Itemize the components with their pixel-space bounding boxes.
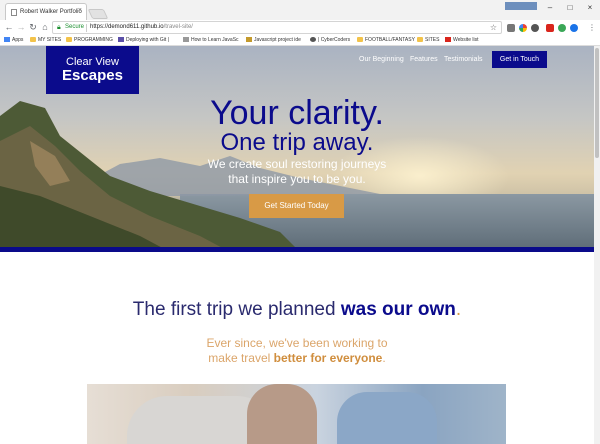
page-favicon-icon [11,9,17,16]
hero-headline: Your clarity. [210,94,384,132]
nav-link-features[interactable]: Features [410,56,438,63]
extension-icon[interactable] [531,24,539,32]
new-tab-button[interactable] [87,9,109,19]
couple-photo [87,384,506,444]
extension-icon[interactable] [546,24,554,32]
hero-tagline-line-1: We create soul restoring journeys [207,157,387,171]
bookmark-item[interactable]: MY SITES [30,36,61,45]
logo-line-2: Escapes [62,67,123,84]
folder-icon [66,37,72,42]
reload-icon[interactable]: ↻ [28,22,38,33]
hero-tagline-line-2: that inspire you to be you. [228,172,366,186]
bookmark-label: PROGRAMMING [74,37,113,43]
bookmark-label: Javascript project ide [254,37,301,43]
section-title-emphasis: was our own [340,299,456,320]
bookmark-label: How to Learn JavaSc [191,37,239,43]
section-subtitle-part: make travel [208,351,274,365]
more-menu-icon[interactable]: ⋮ [588,23,596,32]
address-divider [86,24,87,32]
folder-icon [357,37,363,42]
extension-icon[interactable] [507,24,515,32]
bookmark-label: | CyberCoders [318,37,351,43]
bookmark-label: Deploying with Git | [126,37,169,43]
bookmark-label: MY SITES [38,37,62,43]
photo-shape [337,392,437,444]
close-window-icon[interactable]: × [580,2,600,14]
bookmark-label: Apps [12,37,24,43]
section-subtitle: Ever since, we've been working to make t… [0,336,594,366]
home-icon[interactable]: ⌂ [40,22,50,33]
hero-subheadline: One trip away. [220,129,374,156]
bookmark-item[interactable]: How to Learn JavaSc [183,36,239,45]
photo-shape [247,384,317,444]
profile-badge[interactable] [505,2,537,10]
url-host: https://demond611.github.io [90,24,164,30]
section-subtitle-period: . [382,351,386,365]
section-subtitle-emphasis: better for everyone [273,351,383,365]
browser-tab[interactable]: Robert Walker Portfolio × [5,3,87,20]
bookmark-item[interactable]: Javascript project ide [246,36,301,45]
get-in-touch-button[interactable]: Get in Touch [492,51,547,68]
close-tab-icon[interactable]: × [78,7,82,14]
bookmark-item[interactable]: FOOTBALL/FANTASY [357,36,415,45]
extension-icon[interactable] [558,24,566,32]
bookmark-label: FOOTBALL/FANTASY [365,37,415,43]
url-text[interactable]: https://demond611.github.io/travel-site/ [90,24,193,30]
bookmark-item[interactable]: Apps [4,36,23,45]
extension-icon[interactable] [570,24,578,32]
bookmark-item[interactable]: PROGRAMMING [66,36,113,45]
folder-icon [30,37,36,42]
page-icon [118,37,124,42]
bookmark-star-icon[interactable]: ☆ [490,23,497,32]
tab-title: Robert Walker Portfolio [20,9,82,15]
nav-link-testimonials[interactable]: Testimonials [444,56,483,63]
site-logo[interactable]: Clear View Escapes [46,46,139,94]
section-title: The first trip we planned was our own. [0,298,594,322]
browser-titlebar: Robert Walker Portfolio × – □ × [0,0,600,20]
page-icon [246,37,252,42]
hero-divider [0,247,594,252]
page-viewport: Clear View Escapes Our Beginning Feature… [0,46,594,444]
page-scrollbar[interactable] [594,46,600,444]
section-subtitle-line-2: make travel better for everyone. [0,351,594,366]
page-icon [183,37,189,42]
section-title-part-1: The first trip we planned [132,299,341,320]
section-subtitle-line-1: Ever since, we've been working to [206,336,388,350]
bookmarks-bar: Apps MY SITES PROGRAMMING Deploying with… [0,35,600,46]
browser-toolbar: ← → ↻ ⌂ 🔒︎ Secure https://demond611.gith… [0,20,600,35]
bookmark-item[interactable]: Website list [445,36,478,45]
lock-icon: 🔒︎ [57,24,61,31]
hero-banner: Clear View Escapes Our Beginning Feature… [0,46,594,252]
folder-icon [417,37,423,42]
nav-link-our-beginning[interactable]: Our Beginning [359,56,404,63]
hero-tagline: We create soul restoring journeys that i… [0,157,594,187]
back-icon[interactable]: ← [4,22,14,33]
get-started-button[interactable]: Get Started Today [249,194,344,218]
bookmark-label: SITES [425,37,440,43]
url-path: /travel-site/ [163,24,193,30]
scrollbar-thumb[interactable] [595,48,599,158]
apps-grid-icon [4,37,10,42]
bookmark-label: Website list [453,37,479,43]
bookmark-item[interactable]: Deploying with Git | [118,36,169,45]
chrome-extension-icon[interactable] [519,24,527,32]
bookmark-item[interactable]: SITES [417,36,439,45]
bookmark-item[interactable]: | CyberCoders [310,36,350,45]
section-title-period: . [455,299,462,320]
forward-icon[interactable]: → [16,22,26,33]
page-icon [310,37,316,42]
secure-label: Secure [65,24,85,30]
address-bar[interactable]: 🔒︎ Secure https://demond611.github.io/tr… [52,21,502,34]
minimize-icon[interactable]: – [540,2,560,14]
page-icon [445,37,451,42]
maximize-icon[interactable]: □ [560,2,580,14]
